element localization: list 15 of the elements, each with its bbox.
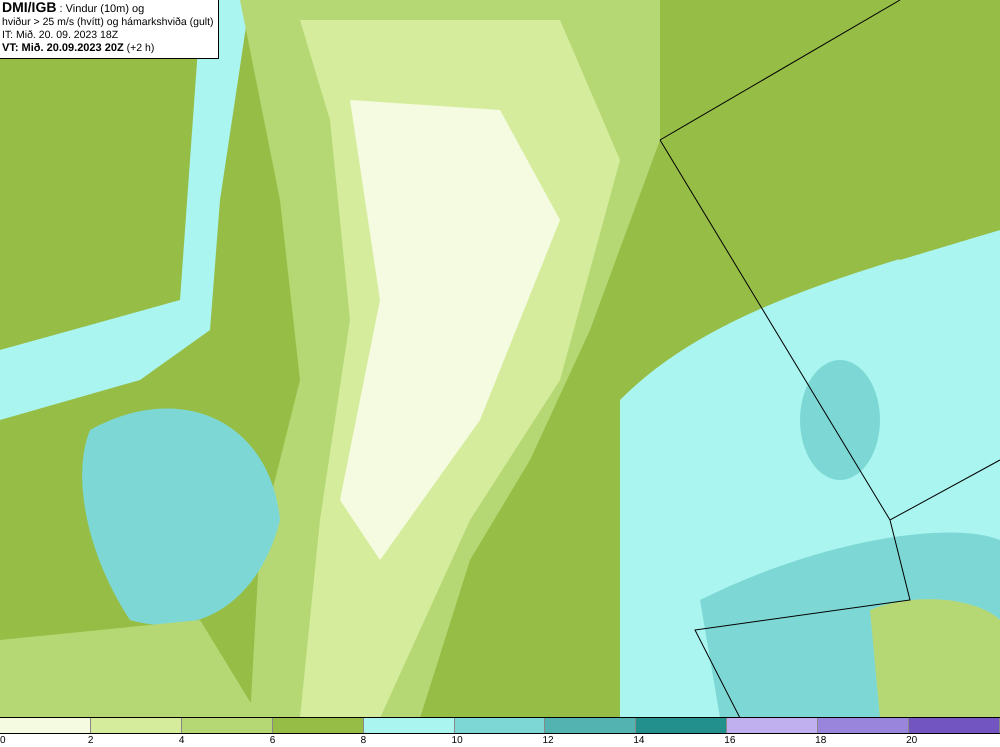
legend-tick-label: 10 — [452, 734, 463, 747]
legend-tick-label: 12 — [542, 734, 554, 747]
legend-tick-label: 0 — [0, 734, 6, 747]
legend-tick-label: 18 — [815, 734, 826, 747]
legend-tick-label: 8 — [360, 734, 366, 747]
legend-tick-label: 16 — [724, 734, 736, 747]
map-title-line: hviður > 25 m/s (hvítt) og hámarkshviða (gult) — [2, 16, 214, 29]
map-title-line: IT: Mið. 20. 09. 2023 18Z — [2, 29, 120, 42]
legend-tick-label: 2 — [88, 734, 94, 747]
map-title-line: VT: Mið. 20.09.2023 20Z (+2 h) — [2, 42, 156, 55]
map-title-line: DMI/IGB : Vindur (10m) og — [2, 1, 146, 16]
legend-tick-label: 20 — [906, 734, 918, 747]
legend-tick-label: 6 — [270, 734, 276, 747]
legend-tick-label: 4 — [178, 734, 184, 747]
legend-tick-label: 14 — [633, 734, 644, 747]
